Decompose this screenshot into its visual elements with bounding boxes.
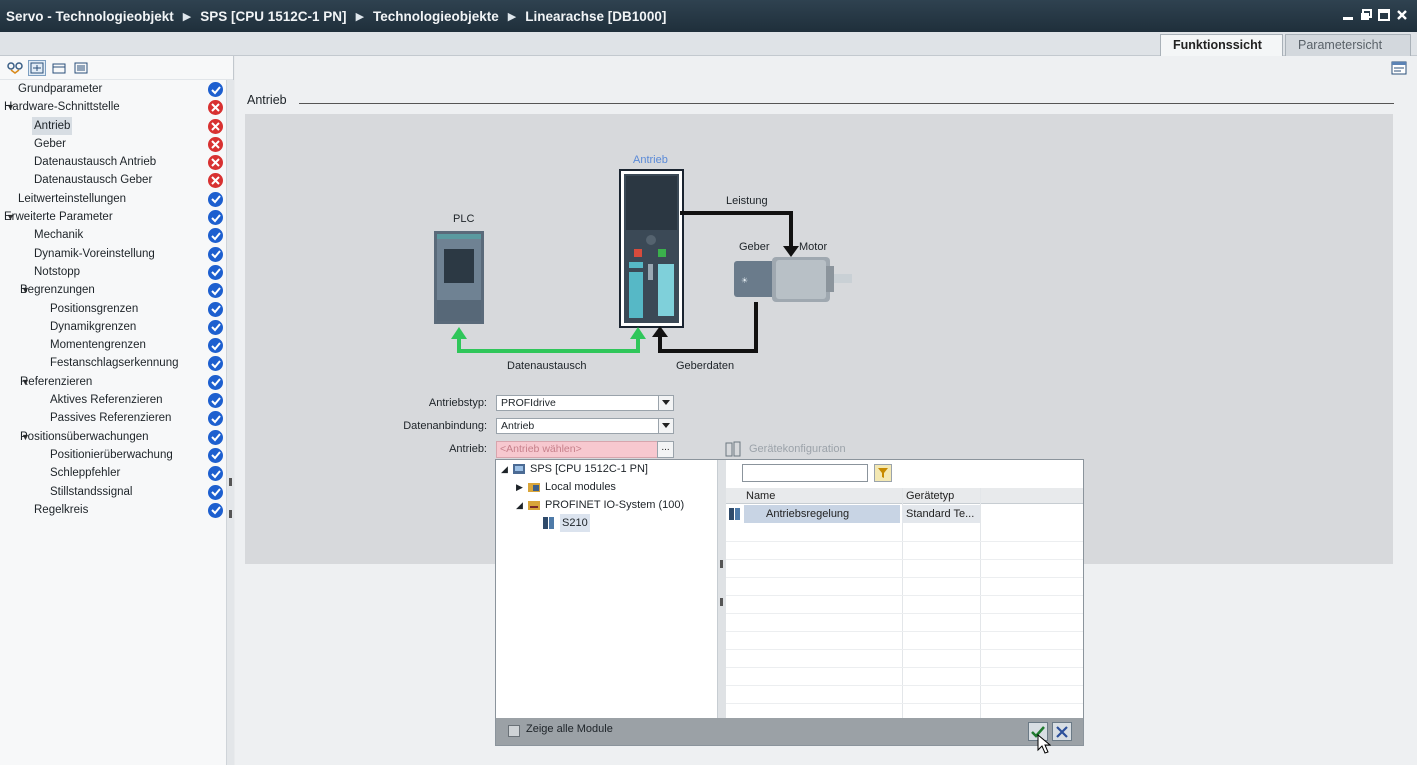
drive-type-label: Antriebstyp: <box>428 397 487 409</box>
row-divider <box>726 595 1083 596</box>
show-all-modules-label: Zeige alle Module <box>526 723 613 735</box>
data-exchange-arrow-head-right <box>630 327 646 339</box>
drive-label: Antrieb <box>633 154 668 166</box>
browse-button[interactable]: ... <box>657 441 674 458</box>
power-arrow-head <box>783 246 799 257</box>
filter-icon[interactable] <box>874 464 892 482</box>
motor-label: Motor <box>799 241 828 253</box>
data-connection-value: Antrieb <box>501 420 535 432</box>
expanded-icon[interactable]: ◢ <box>501 460 512 478</box>
drive-selection-popup: ◢ SPS [CPU 1512C-1 PN] ▶ Local modules ◢… <box>495 459 1084 746</box>
data-exchange-arrow-head-left <box>451 327 467 339</box>
device-configuration-icon <box>725 441 741 457</box>
close-icon <box>1056 725 1068 738</box>
mouse-cursor-icon <box>1037 734 1051 754</box>
plc-icon <box>513 464 525 474</box>
tree-item-label: Local modules <box>545 481 616 493</box>
power-arrow <box>680 211 793 249</box>
drive-type-select[interactable]: PROFIdrive <box>496 395 674 411</box>
table-row[interactable]: Antriebsregelung Standard Te... <box>726 505 1083 523</box>
row-type-cell[interactable]: Standard Te... <box>902 505 980 523</box>
plc-label: PLC <box>453 213 475 225</box>
drive-type-value: PROFIdrive <box>501 397 556 409</box>
row-divider <box>726 577 1083 578</box>
svg-text:☀: ☀ <box>741 276 748 285</box>
row-divider <box>726 685 1083 686</box>
device-configuration-link[interactable]: Gerätekonfiguration <box>725 441 846 457</box>
tree-item-label: PROFINET IO-System (100) <box>545 499 685 511</box>
row-divider <box>726 541 1083 542</box>
row-divider <box>726 559 1083 560</box>
drive-device-icon[interactable] <box>619 169 684 328</box>
column-device-type[interactable]: Gerätetyp <box>906 488 954 504</box>
data-exchange-arrow <box>457 336 640 353</box>
collapsed-icon[interactable]: ▶ <box>516 478 527 496</box>
tree-item-profinet[interactable]: ◢ PROFINET IO-System (100) <box>516 496 684 514</box>
data-exchange-label: Datenaustausch <box>507 360 587 372</box>
popup-footer: Zeige alle Module <box>496 718 1083 745</box>
chevron-down-icon[interactable] <box>658 419 673 433</box>
plc-device-icon[interactable] <box>434 231 484 324</box>
encoder-data-label: Geberdaten <box>676 360 735 372</box>
row-divider <box>726 649 1083 650</box>
drive-icon <box>543 517 554 529</box>
row-divider <box>726 703 1083 704</box>
tree-item-label: S210 <box>560 514 590 532</box>
row-divider <box>726 613 1083 614</box>
network-icon <box>528 501 540 510</box>
encoder-label: Geber <box>739 241 770 253</box>
splitter-grip[interactable] <box>720 560 723 568</box>
tree-item-local-modules[interactable]: ▶ Local modules <box>516 478 616 496</box>
drive-icon <box>729 508 740 520</box>
tree-item-plc[interactable]: ◢ SPS [CPU 1512C-1 PN] <box>501 460 648 478</box>
splitter-grip[interactable] <box>720 598 723 606</box>
tree-item-s210[interactable]: S210 <box>542 514 590 532</box>
motor-icon[interactable]: ☀ <box>734 257 852 302</box>
column-name[interactable]: Name <box>746 488 775 504</box>
show-all-modules-checkbox[interactable] <box>508 725 520 737</box>
popup-splitter[interactable] <box>718 460 726 718</box>
device-configuration-label: Gerätekonfiguration <box>749 443 846 455</box>
row-name-cell[interactable]: Antriebsregelung <box>744 505 900 523</box>
cancel-button[interactable] <box>1052 722 1072 741</box>
device-list-pane: Name Gerätetyp Antriebsregelung Standard… <box>726 460 1083 718</box>
drive-select-input[interactable]: <Antrieb wählen> <box>496 441 658 458</box>
filter-input[interactable] <box>742 464 868 482</box>
data-connection-select[interactable]: Antrieb <box>496 418 674 434</box>
data-connection-label: Datenanbindung: <box>403 420 487 432</box>
modules-icon <box>528 483 540 492</box>
drive-label-field: Antrieb: <box>449 443 487 455</box>
chevron-down-icon[interactable] <box>658 396 673 410</box>
device-tree-pane: ◢ SPS [CPU 1512C-1 PN] ▶ Local modules ◢… <box>496 460 718 718</box>
device-list-header: Name Gerätetyp <box>726 488 1083 504</box>
expanded-icon[interactable]: ◢ <box>516 496 527 514</box>
power-label: Leistung <box>726 195 768 207</box>
tree-item-label: SPS [CPU 1512C-1 PN] <box>530 463 648 475</box>
row-divider <box>726 667 1083 668</box>
row-divider <box>726 631 1083 632</box>
